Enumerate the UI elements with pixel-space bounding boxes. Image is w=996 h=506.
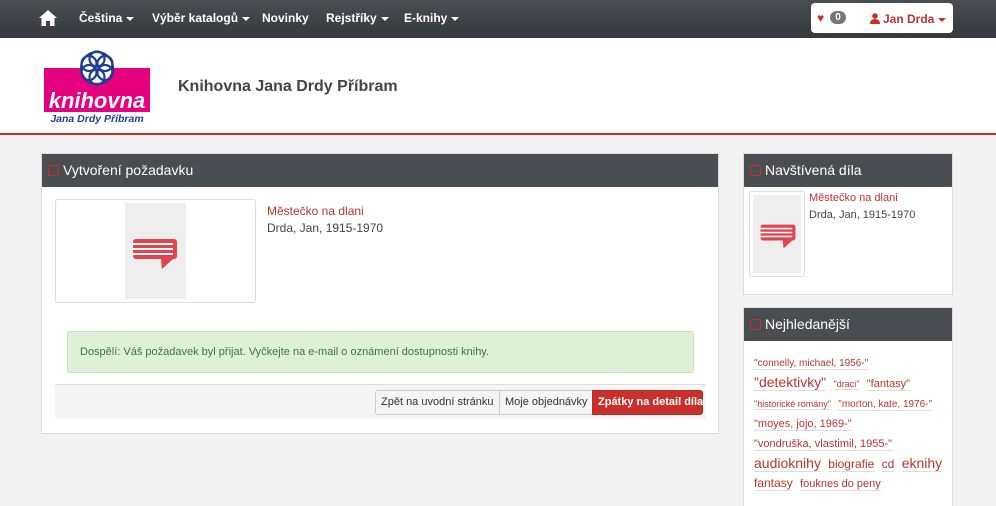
user-menu[interactable]: Jan Drda [870,12,947,26]
square-icon [750,165,761,176]
book-cover [753,195,801,273]
success-alert: Dospělí: Váš požadavek byl přijat. Vyčke… [67,331,694,373]
book-author: Drda, Jan, 1915-1970 [267,221,384,235]
library-logo[interactable]: knihovna Jana Drdy Příbram [44,48,150,126]
tag-link[interactable]: "detektivky" [754,374,827,391]
panel-heading: Vytvoření požadavku [42,154,718,187]
visited-book-title-link[interactable]: Městečko na dlani [809,192,898,204]
nav-item-indexes[interactable]: Rejstříky [326,11,389,25]
back-to-home-button[interactable]: Zpět na uvodní stránku [375,390,500,415]
logo-text: knihovna [49,88,146,113]
my-orders-button[interactable]: Moje objednávky [499,390,593,415]
home-icon[interactable] [38,9,58,27]
tag-link[interactable]: fantasy [754,476,793,491]
book-icon [133,239,177,269]
nav-item-ebooks[interactable]: E-knihy [404,11,460,25]
site-header: knihovna Jana Drdy Příbram Knihovna Jana… [0,38,996,135]
book-thumbnail[interactable] [55,199,256,303]
site-title: Knihovna Jana Drdy Příbram [178,78,398,95]
tag-cloud: "connelly, michael, 1956-" "detektivky" … [754,353,949,494]
panel-heading: Navštívená díla [744,154,952,187]
tag-link[interactable]: "morton, kate, 1976-" [838,399,933,411]
tag-link[interactable]: "historické romány" [754,399,831,410]
panel-heading: Nejhledanější [744,308,952,341]
panel-title: Nejhledanější [765,316,850,332]
caret-down-icon [938,17,947,22]
heart-icon[interactable]: ♥ [817,12,824,24]
user-box: ♥ 0 Jan Drda [811,3,953,33]
caret-down-icon [126,16,135,21]
nav-item-news[interactable]: Novinky [262,11,309,25]
caret-down-icon [242,16,251,21]
square-icon [48,165,59,176]
visited-book-thumbnail[interactable] [749,191,805,277]
logo-subtext: Jana Drdy Příbram [50,113,143,125]
button-bar: Zpět na uvodní stránku Moje objednávky Z… [55,384,706,419]
panel-title: Vytvoření požadavku [63,162,194,178]
book-icon [760,224,796,249]
tag-link[interactable]: "connelly, michael, 1956-" [754,358,869,370]
visited-book-author: Drda, Jan, 1915-1970 [809,209,916,221]
back-to-detail-button[interactable]: Zpátky na detail díla [592,390,703,415]
favorites-count-badge[interactable]: 0 [830,11,846,24]
tag-link[interactable]: fouknes do peny [800,478,881,491]
nav-item-language[interactable]: Čeština [79,11,135,25]
book-title-link[interactable]: Městečko na dlani [267,204,364,218]
visited-panel: Navštívená díla Městečko na dlani Drda, … [743,153,953,295]
tag-link[interactable]: "fantasy" [866,378,911,391]
nav-item-catalog[interactable]: Výběr katalogů [152,11,251,25]
tag-link[interactable]: eknihy [901,455,943,472]
book-cover [125,203,186,299]
panel-title: Navštívená díla [765,162,862,178]
tag-link[interactable]: "vondruška, vlastimil, 1955-" [754,438,893,451]
tag-link[interactable]: biografie [828,457,875,472]
tag-link[interactable]: "moyes, jojo, 1969-" [754,418,852,431]
tag-link[interactable]: cd [881,457,895,472]
top-navbar: Čeština Výběr katalogů Novinky Rejstříky… [0,0,996,38]
tag-link[interactable]: "draci" [833,379,860,390]
caret-down-icon [451,16,460,21]
square-icon [750,319,761,330]
request-panel: Vytvoření požadavku Městečko na dlani Dr… [41,153,719,434]
tag-link[interactable]: audioknihy [754,455,821,472]
popular-panel: Nejhledanější "connelly, michael, 1956-"… [743,307,953,506]
caret-down-icon [380,16,389,21]
user-icon [870,13,880,24]
